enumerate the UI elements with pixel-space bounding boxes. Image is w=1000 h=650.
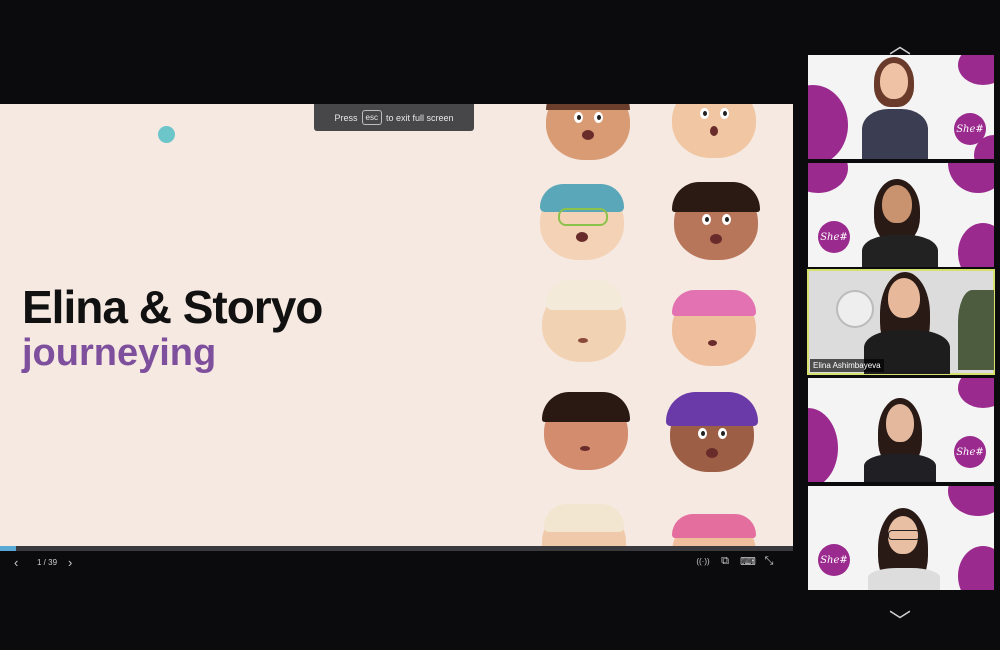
she-sharp-logo: She# (818, 221, 850, 253)
she-sharp-logo: She# (954, 113, 986, 145)
participant-video-tile[interactable]: She# (808, 378, 994, 482)
slide-subtitle: journeying (22, 332, 217, 374)
page-counter: 1 / 39 (37, 558, 58, 567)
wall-mirror (836, 290, 874, 328)
avatar-face (666, 392, 758, 472)
background-shape (958, 378, 994, 408)
background-shape (948, 163, 994, 193)
exit-fullscreen-icon[interactable]: ⤡ (762, 555, 776, 567)
previous-slide-icon[interactable]: ‹ (14, 555, 18, 570)
exit-fullscreen-hint: Press esc to exit full screen (314, 104, 474, 131)
participant-video-tile[interactable]: She# (808, 163, 994, 267)
hint-press-text: Press (334, 112, 358, 123)
avatar-face (542, 504, 626, 546)
avatar-face (546, 104, 630, 160)
participant-name: Elina Ashimbayeva (810, 359, 884, 372)
background-shape (948, 486, 994, 516)
presentation-controls: ‹ 1 / 39 › ((·)) ⧉ ⌨ ⤡ (0, 551, 793, 573)
participant-video-tile[interactable]: She# (808, 486, 994, 590)
she-sharp-logo: She# (954, 436, 986, 468)
background-shape (808, 85, 848, 159)
window-mode-icon[interactable]: ⧉ (718, 555, 732, 567)
background-shape (808, 163, 848, 193)
keyboard-icon[interactable]: ⌨ (740, 555, 756, 568)
avatar-face (672, 514, 756, 546)
avatar-face (540, 184, 624, 260)
avatar-face (542, 280, 626, 362)
plant (958, 290, 994, 370)
esc-key-badge: esc (361, 110, 382, 125)
background-shape (958, 223, 994, 267)
hint-suffix-text: to exit full screen (385, 112, 454, 123)
background-shape (958, 55, 994, 85)
avatar-face (672, 104, 756, 158)
scroll-down-icon[interactable]: ﹀ (884, 604, 916, 634)
participant-video-tile[interactable]: She# (808, 55, 994, 159)
slide-title: Elina & Storyo (22, 281, 323, 333)
avatar-face (672, 290, 756, 366)
presentation-slide: Elina & Storyo journeying (0, 104, 793, 546)
scroll-up-icon[interactable]: ︿ (884, 28, 916, 58)
broadcast-icon[interactable]: ((·)) (694, 557, 712, 569)
background-shape (958, 546, 994, 590)
she-sharp-logo: She# (818, 544, 850, 576)
next-slide-icon[interactable]: › (68, 555, 72, 570)
participant-video-tile-active[interactable]: Elina Ashimbayeva (807, 269, 995, 375)
avatar-face (672, 182, 760, 260)
avatar-face (542, 392, 630, 470)
background-shape (808, 408, 838, 482)
decorative-dot (158, 126, 175, 143)
